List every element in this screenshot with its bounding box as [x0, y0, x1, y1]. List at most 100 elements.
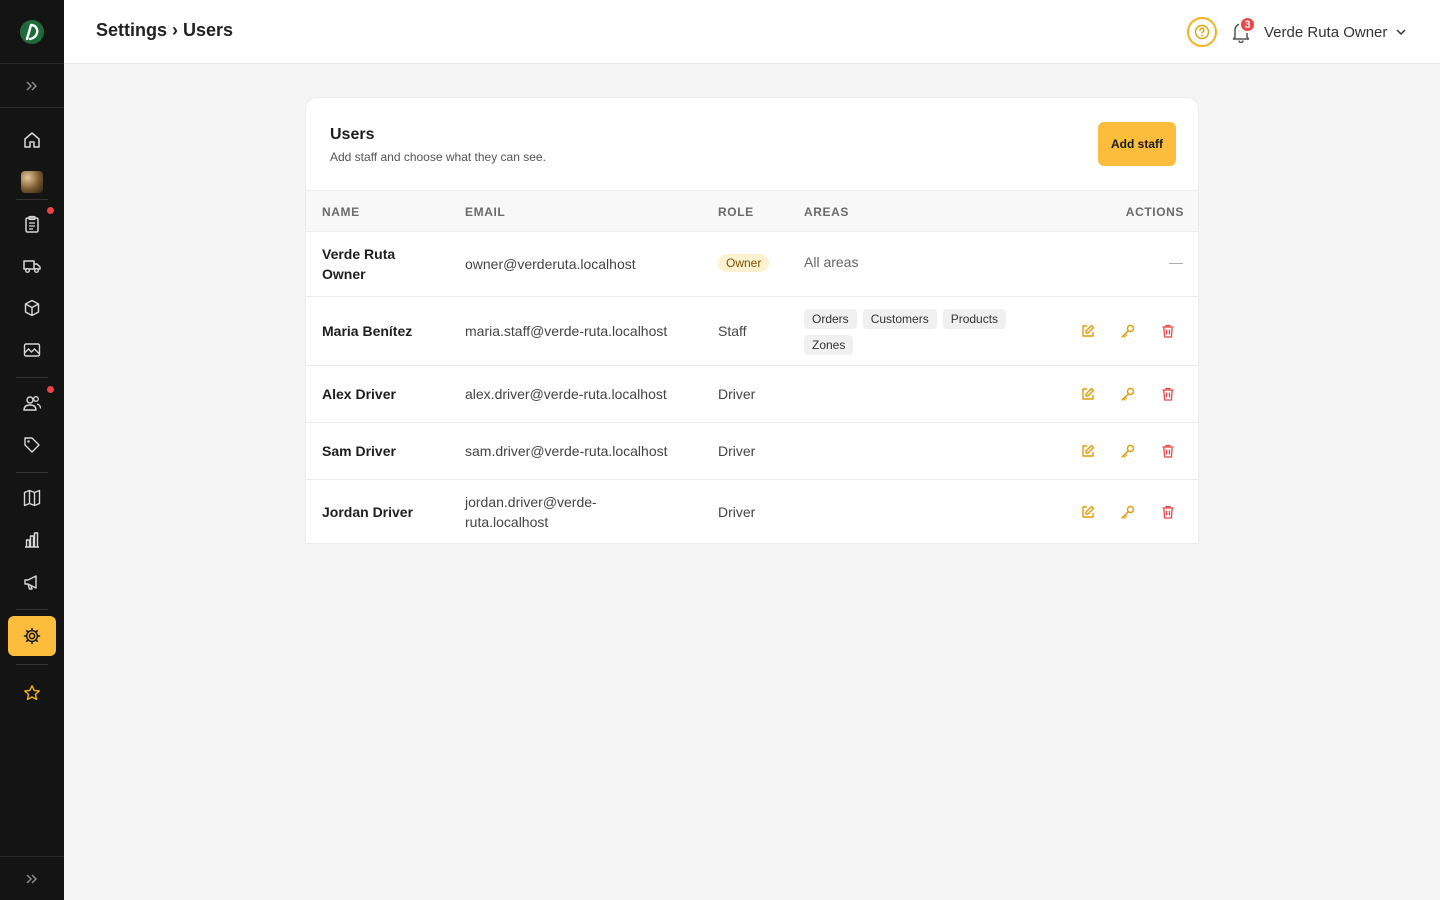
customers-notification-dot: [47, 386, 54, 393]
tag-icon: [24, 437, 40, 453]
chevrons-right-icon: [26, 873, 38, 884]
add-staff-button[interactable]: Add staff: [1098, 122, 1176, 166]
user-email-cell: jordan.driver@verde-ruta.localhost: [465, 494, 597, 530]
chevron-down-icon: [1396, 29, 1406, 36]
brand-logo[interactable]: [0, 0, 64, 64]
box-icon: [24, 299, 40, 317]
delete-user-button[interactable]: [1158, 502, 1178, 522]
owner-role-badge: Owner: [718, 254, 770, 272]
user-areas-cell: All areas: [804, 254, 859, 270]
user-name-cell: Sam Driver: [322, 443, 396, 459]
trash-icon: [1162, 444, 1174, 458]
sidebar-item-promotions[interactable]: [8, 425, 56, 465]
megaphone-icon: [24, 575, 37, 590]
star-icon: [24, 685, 40, 701]
sidebar: [0, 0, 64, 900]
area-chips: Orders Customers Products Zones: [804, 309, 1029, 355]
trash-icon: [1162, 387, 1174, 401]
sidebar-item-favorites[interactable]: [8, 673, 56, 713]
edit-user-button[interactable]: [1078, 384, 1098, 404]
column-header-areas: AREAS: [804, 205, 850, 219]
image-icon: [23, 343, 41, 357]
table-row: Verde Ruta Owner owner@verderuta.localho…: [306, 232, 1198, 297]
card-subtitle: Add staff and choose what they can see.: [330, 150, 546, 164]
table-row: Sam Driver sam.driver@verde-ruta.localho…: [306, 423, 1198, 480]
notifications-count-badge: 3: [1239, 16, 1256, 33]
area-chip-orders: Orders: [804, 309, 857, 329]
user-role-cell: Staff: [718, 323, 747, 339]
user-email-cell: sam.driver@verde-ruta.localhost: [465, 443, 668, 459]
page-title: Settings › Users: [96, 20, 234, 40]
chevrons-right-icon: [26, 80, 38, 91]
gear-icon: [23, 627, 41, 645]
orders-notification-dot: [47, 207, 54, 214]
key-icon: [1121, 387, 1135, 401]
truck-icon: [23, 260, 41, 273]
area-chip-customers: Customers: [862, 309, 937, 329]
sidebar-item-analytics[interactable]: [8, 520, 56, 560]
trash-icon: [1162, 505, 1174, 519]
edit-icon: [1082, 324, 1095, 337]
table-row: Jordan Driver jordan.driver@verde-ruta.l…: [306, 480, 1198, 543]
sidebar-item-products[interactable]: [8, 288, 56, 328]
table-header: NAME EMAIL ROLE AREAS ACTIONS: [306, 190, 1198, 232]
edit-user-button[interactable]: [1078, 502, 1098, 522]
home-icon: [24, 132, 40, 148]
sidebar-item-settings[interactable]: [8, 616, 56, 656]
edit-user-button[interactable]: [1078, 321, 1098, 341]
map-icon: [23, 489, 41, 507]
sidebar-item-delivery[interactable]: [8, 246, 56, 286]
edit-user-button[interactable]: [1078, 441, 1098, 461]
key-icon: [1121, 444, 1135, 458]
user-role-cell: Driver: [718, 443, 756, 459]
avatar-icon: [21, 171, 43, 193]
reset-password-button[interactable]: [1118, 384, 1138, 404]
column-header-name: NAME: [322, 205, 360, 219]
edit-icon: [1082, 505, 1095, 518]
delete-user-button[interactable]: [1158, 441, 1178, 461]
sidebar-item-media[interactable]: [8, 330, 56, 370]
sidebar-item-map[interactable]: [8, 478, 56, 518]
reset-password-button[interactable]: [1118, 502, 1138, 522]
user-role-cell: Driver: [718, 386, 756, 402]
bar-chart-icon: [25, 532, 39, 548]
table-row: Alex Driver alex.driver@verde-ruta.local…: [306, 366, 1198, 423]
area-chip-zones: Zones: [804, 335, 854, 355]
sidebar-expand-button[interactable]: [0, 64, 64, 108]
users-card: Users Add staff and choose what they can…: [305, 97, 1199, 544]
delete-user-button[interactable]: [1158, 321, 1178, 341]
edit-icon: [1082, 387, 1095, 400]
trash-icon: [1162, 324, 1174, 338]
column-header-email: EMAIL: [465, 205, 506, 219]
top-header: Settings › Users 3 Verde Ruta Owner: [64, 0, 1440, 64]
reset-password-button[interactable]: [1118, 321, 1138, 341]
key-icon: [1121, 505, 1135, 519]
user-menu[interactable]: Verde Ruta Owner: [1264, 22, 1407, 42]
column-header-actions: ACTIONS: [1125, 205, 1184, 219]
user-role-cell: Owner: [718, 254, 770, 272]
help-button[interactable]: [1187, 17, 1217, 47]
logo-icon: [20, 19, 44, 44]
reset-password-button[interactable]: [1118, 441, 1138, 461]
edit-icon: [1082, 444, 1095, 457]
user-email-cell: alex.driver@verde-ruta.localhost: [465, 386, 667, 402]
no-actions-dash: —: [1169, 254, 1183, 270]
user-name: Verde Ruta Owner: [1264, 23, 1388, 41]
area-chip-products: Products: [942, 309, 1007, 329]
sidebar-item-home[interactable]: [8, 120, 56, 160]
user-name-cell: Maria Benítez: [322, 323, 413, 339]
sidebar-item-avatar[interactable]: [8, 162, 56, 202]
user-name-cell: Verde Ruta Owner: [322, 246, 396, 282]
user-email-cell: maria.staff@verde-ruta.localhost: [465, 323, 668, 339]
sidebar-collapse-button[interactable]: [0, 856, 64, 900]
key-icon: [1121, 324, 1135, 338]
user-name-cell: Jordan Driver: [322, 504, 414, 520]
user-name-cell: Alex Driver: [322, 386, 396, 402]
user-role-cell: Driver: [718, 504, 756, 520]
sidebar-item-marketing[interactable]: [8, 562, 56, 602]
delete-user-button[interactable]: [1158, 384, 1178, 404]
user-areas-cell: Orders Customers Products Zones: [804, 309, 1034, 355]
table-row: Maria Benítez maria.staff@verde-ruta.loc…: [306, 297, 1198, 366]
clipboard-icon: [25, 215, 39, 233]
card-title: Users: [330, 126, 375, 143]
